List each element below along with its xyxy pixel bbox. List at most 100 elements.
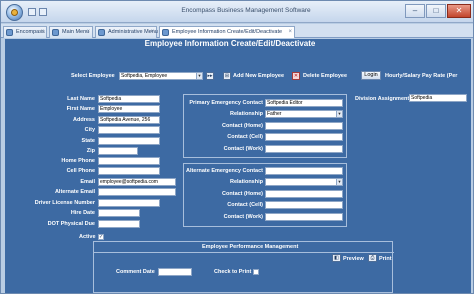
zip-label: Zip	[86, 148, 95, 154]
select-employee-dropdown[interactable]: Softpedia, Employee ▼	[119, 72, 203, 80]
cell-phone-label: Cell Phone	[66, 168, 95, 174]
employee-icon	[162, 29, 169, 36]
preview-icon[interactable]: ◧	[332, 254, 341, 262]
alternate-email-field[interactable]	[98, 188, 176, 196]
division-value: Softpedia	[411, 95, 433, 101]
app-logo-icon	[11, 9, 18, 16]
primary-home-field[interactable]	[265, 122, 343, 130]
first-name-field[interactable]: Employee	[98, 105, 160, 113]
division-dropdown[interactable]: Softpedia	[409, 94, 467, 102]
city-field[interactable]	[98, 126, 160, 134]
quick-access-save-icon[interactable]	[28, 8, 36, 16]
primary-cell-label: Contact (Cell)	[227, 134, 263, 140]
menu-icon	[52, 29, 59, 36]
active-checkbox[interactable]: ✓	[98, 234, 104, 240]
tab-encompass[interactable]: Encompass ×	[3, 26, 47, 38]
tab-close-icon[interactable]: ×	[86, 27, 90, 37]
alternate-cell-field[interactable]	[265, 201, 343, 209]
performance-title: Employee Performance Management	[202, 244, 299, 250]
state-label: State	[81, 138, 95, 144]
alternate-relationship-label: Relationship	[229, 179, 263, 185]
chevron-down-icon: ▼	[336, 111, 342, 117]
alternate-home-label: Contact (Home)	[222, 191, 263, 197]
primary-relationship-dropdown[interactable]: Father ▼	[265, 110, 343, 118]
dot-physical-due-field[interactable]	[98, 220, 140, 228]
quick-access-undo-icon[interactable]	[39, 8, 47, 16]
primary-home-label: Contact (Home)	[222, 123, 263, 129]
tab-close-icon[interactable]: ×	[40, 27, 44, 37]
driver-license-label: Driver License Number	[34, 200, 95, 206]
dot-physical-due-label: DOT Physical Due	[47, 221, 95, 227]
home-phone-field[interactable]	[98, 157, 160, 165]
email-label: Email	[80, 179, 95, 185]
print-button[interactable]: Print	[379, 256, 392, 262]
login-button[interactable]: Login	[361, 71, 381, 80]
alternate-contact-field[interactable]	[265, 167, 343, 175]
primary-cell-field[interactable]	[265, 133, 343, 141]
chevron-down-icon: ▼	[196, 73, 202, 79]
alternate-relationship-dropdown[interactable]: ▼	[265, 178, 343, 186]
state-field[interactable]	[98, 137, 160, 145]
chevron-down-icon: ▼	[336, 179, 342, 185]
primary-work-label: Contact (Work)	[223, 146, 263, 152]
delete-employee-button[interactable]: Delete Employee	[303, 73, 347, 79]
app-window: Encompass Business Management Software –…	[0, 0, 474, 294]
tab-close-icon[interactable]: ×	[288, 27, 292, 37]
print-icon[interactable]: ⎙	[368, 254, 377, 262]
check-to-print-checkbox[interactable]	[253, 269, 259, 275]
home-icon	[6, 29, 13, 36]
zip-field[interactable]	[98, 147, 138, 155]
select-employee-label: Select Employee	[71, 73, 115, 79]
divider	[94, 252, 394, 253]
primary-contact-field[interactable]: Softpedia Editor	[265, 99, 343, 107]
tab-close-icon[interactable]: ×	[150, 27, 154, 37]
primary-relationship-label: Relationship	[229, 111, 263, 117]
division-assignment-label: Division Assignment	[355, 96, 410, 102]
alternate-home-field[interactable]	[265, 190, 343, 198]
last-name-field[interactable]: Softpedia	[98, 95, 160, 103]
select-employee-value: Softpedia, Employee	[121, 73, 168, 79]
primary-work-field[interactable]	[265, 145, 343, 153]
add-new-employee-button[interactable]: Add New Employee	[233, 73, 284, 79]
preview-button[interactable]: Preview	[343, 256, 364, 262]
active-label: Active	[79, 234, 96, 240]
close-button[interactable]: ✕	[447, 4, 471, 18]
alternate-work-label: Contact (Work)	[223, 214, 263, 220]
cell-phone-field[interactable]	[98, 167, 160, 175]
tab-strip: Encompass × Main Menu × Administrative M…	[1, 24, 473, 38]
tab-label: Main Menu	[62, 29, 90, 35]
home-phone-label: Home Phone	[61, 158, 95, 164]
tab-employee-information[interactable]: Employee Information Create/Edit/Deactiv…	[159, 26, 295, 38]
driver-license-field[interactable]	[98, 199, 160, 207]
performance-panel: Employee Performance Management ◧ Previe…	[93, 241, 394, 293]
alternate-email-label: Alternate Email	[54, 189, 95, 195]
tab-label: Employee Information Create/Edit/Deactiv…	[172, 29, 283, 35]
primary-contact-label: Primary Emergency Contact	[189, 100, 263, 106]
next-employee-icon[interactable]: ▸▸	[206, 72, 214, 80]
address-field[interactable]: Softpedia Avenue, 256	[98, 116, 160, 124]
first-name-label: First Name	[66, 106, 95, 112]
city-label: City	[84, 127, 95, 133]
comment-date-field[interactable]	[158, 268, 192, 276]
add-employee-icon[interactable]: ⊞	[223, 72, 231, 80]
app-menu-icon[interactable]	[6, 4, 23, 21]
address-label: Address	[72, 117, 95, 123]
alternate-work-field[interactable]	[265, 213, 343, 221]
hire-date-field[interactable]	[98, 209, 140, 217]
minimize-button[interactable]: –	[405, 4, 425, 18]
window-title: Encompass Business Management Software	[181, 7, 311, 14]
title-bar: Encompass Business Management Software –…	[1, 1, 473, 23]
maximize-button[interactable]: □	[426, 4, 446, 18]
tab-administrative-menu[interactable]: Administrative Menu ×	[95, 26, 158, 38]
primary-relationship-value: Father	[267, 111, 282, 117]
alternate-contact-label: Alternate Emergency Contact	[185, 168, 263, 174]
hire-date-label: Hire Date	[70, 210, 95, 216]
alternate-cell-label: Contact (Cell)	[227, 202, 263, 208]
admin-icon	[98, 29, 105, 36]
delete-icon[interactable]: ✕	[292, 72, 300, 80]
comment-date-label: Comment Date	[116, 269, 155, 275]
check-to-print-label: Check to Print	[214, 269, 252, 275]
last-name-label: Last Name	[67, 96, 95, 102]
email-field[interactable]: employee@softpedia.com	[98, 178, 176, 186]
tab-main-menu[interactable]: Main Menu ×	[49, 26, 93, 38]
